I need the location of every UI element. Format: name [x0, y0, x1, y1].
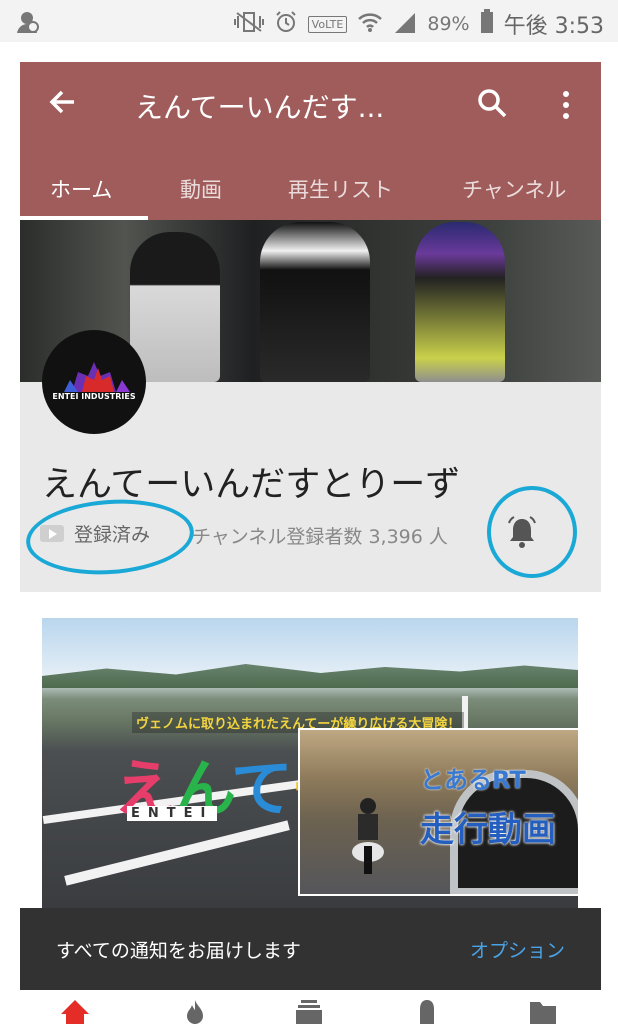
back-arrow-icon[interactable]: [44, 84, 84, 124]
mountain-range: [42, 664, 578, 688]
tab-channels[interactable]: チャンネル: [462, 174, 566, 204]
volte-icon: VoLTE: [307, 15, 348, 33]
snackbar: すべての通知をお届けします オプション: [20, 908, 601, 990]
clock: 午後 3:53: [503, 14, 604, 39]
trending-icon[interactable]: [178, 998, 212, 1024]
road-marking: [64, 820, 290, 886]
banner-figure: [260, 222, 370, 382]
snackbar-message: すべての通知をお届けします: [56, 940, 301, 962]
battery-icon: [480, 9, 494, 39]
library-icon[interactable]: [526, 998, 560, 1024]
account-sync-icon: [14, 8, 40, 40]
motorcycle-rider: [344, 796, 392, 876]
battery-percent: 89%: [427, 13, 470, 35]
banner-figure: [130, 232, 220, 382]
search-icon[interactable]: [475, 86, 511, 122]
app-bar: えんてーいんだす... ホーム 動画 再生リスト チャンネル: [20, 62, 601, 220]
video-thumbnail[interactable]: ヴェノムに取り込まれたえんてーが繰り広げる大冒険！ えんてー ENTEI とある…: [42, 618, 578, 908]
channel-tabs: ホーム 動画 再生リスト チャンネル: [20, 162, 601, 220]
bottom-nav: [0, 992, 618, 1024]
banner-figure: [415, 222, 505, 382]
tab-videos[interactable]: 動画: [180, 174, 222, 204]
signal-icon: [393, 11, 417, 38]
thumbnail-inset: とあるRT 走行動画: [298, 728, 578, 896]
alarm-icon: [274, 10, 298, 39]
home-icon[interactable]: [58, 998, 92, 1024]
wifi-icon: [357, 11, 383, 38]
inset-top-text: とあるRT: [420, 766, 526, 794]
tab-home[interactable]: ホーム: [50, 174, 112, 204]
snackbar-options-button[interactable]: オプション: [470, 936, 565, 963]
subscriber-count: チャンネル登録者数 3,396 人: [192, 526, 448, 548]
channel-avatar[interactable]: ENTEI INDUSTRIES: [42, 330, 146, 434]
channel-header: ENTEI INDUSTRIES えんてーいんだすとりーず 登録済み チャンネル…: [20, 330, 601, 592]
avatar-logo-text: ENTEI INDUSTRIES: [52, 392, 136, 401]
status-bar: VoLTE 89% 午後 3:53: [0, 0, 618, 42]
subscriptions-icon[interactable]: [292, 998, 326, 1024]
highlight-circle: [23, 494, 197, 580]
more-options-icon[interactable]: [560, 88, 574, 124]
inbox-icon[interactable]: [410, 998, 444, 1024]
page-title: えんてーいんだす...: [135, 91, 385, 124]
vibrate-mute-icon: [233, 11, 264, 38]
highlight-circle: [487, 486, 577, 578]
inset-title: 走行動画: [420, 810, 556, 850]
thumbnail-logo-sub: ENTEI: [127, 806, 218, 821]
tab-playlists[interactable]: 再生リスト: [288, 174, 393, 204]
